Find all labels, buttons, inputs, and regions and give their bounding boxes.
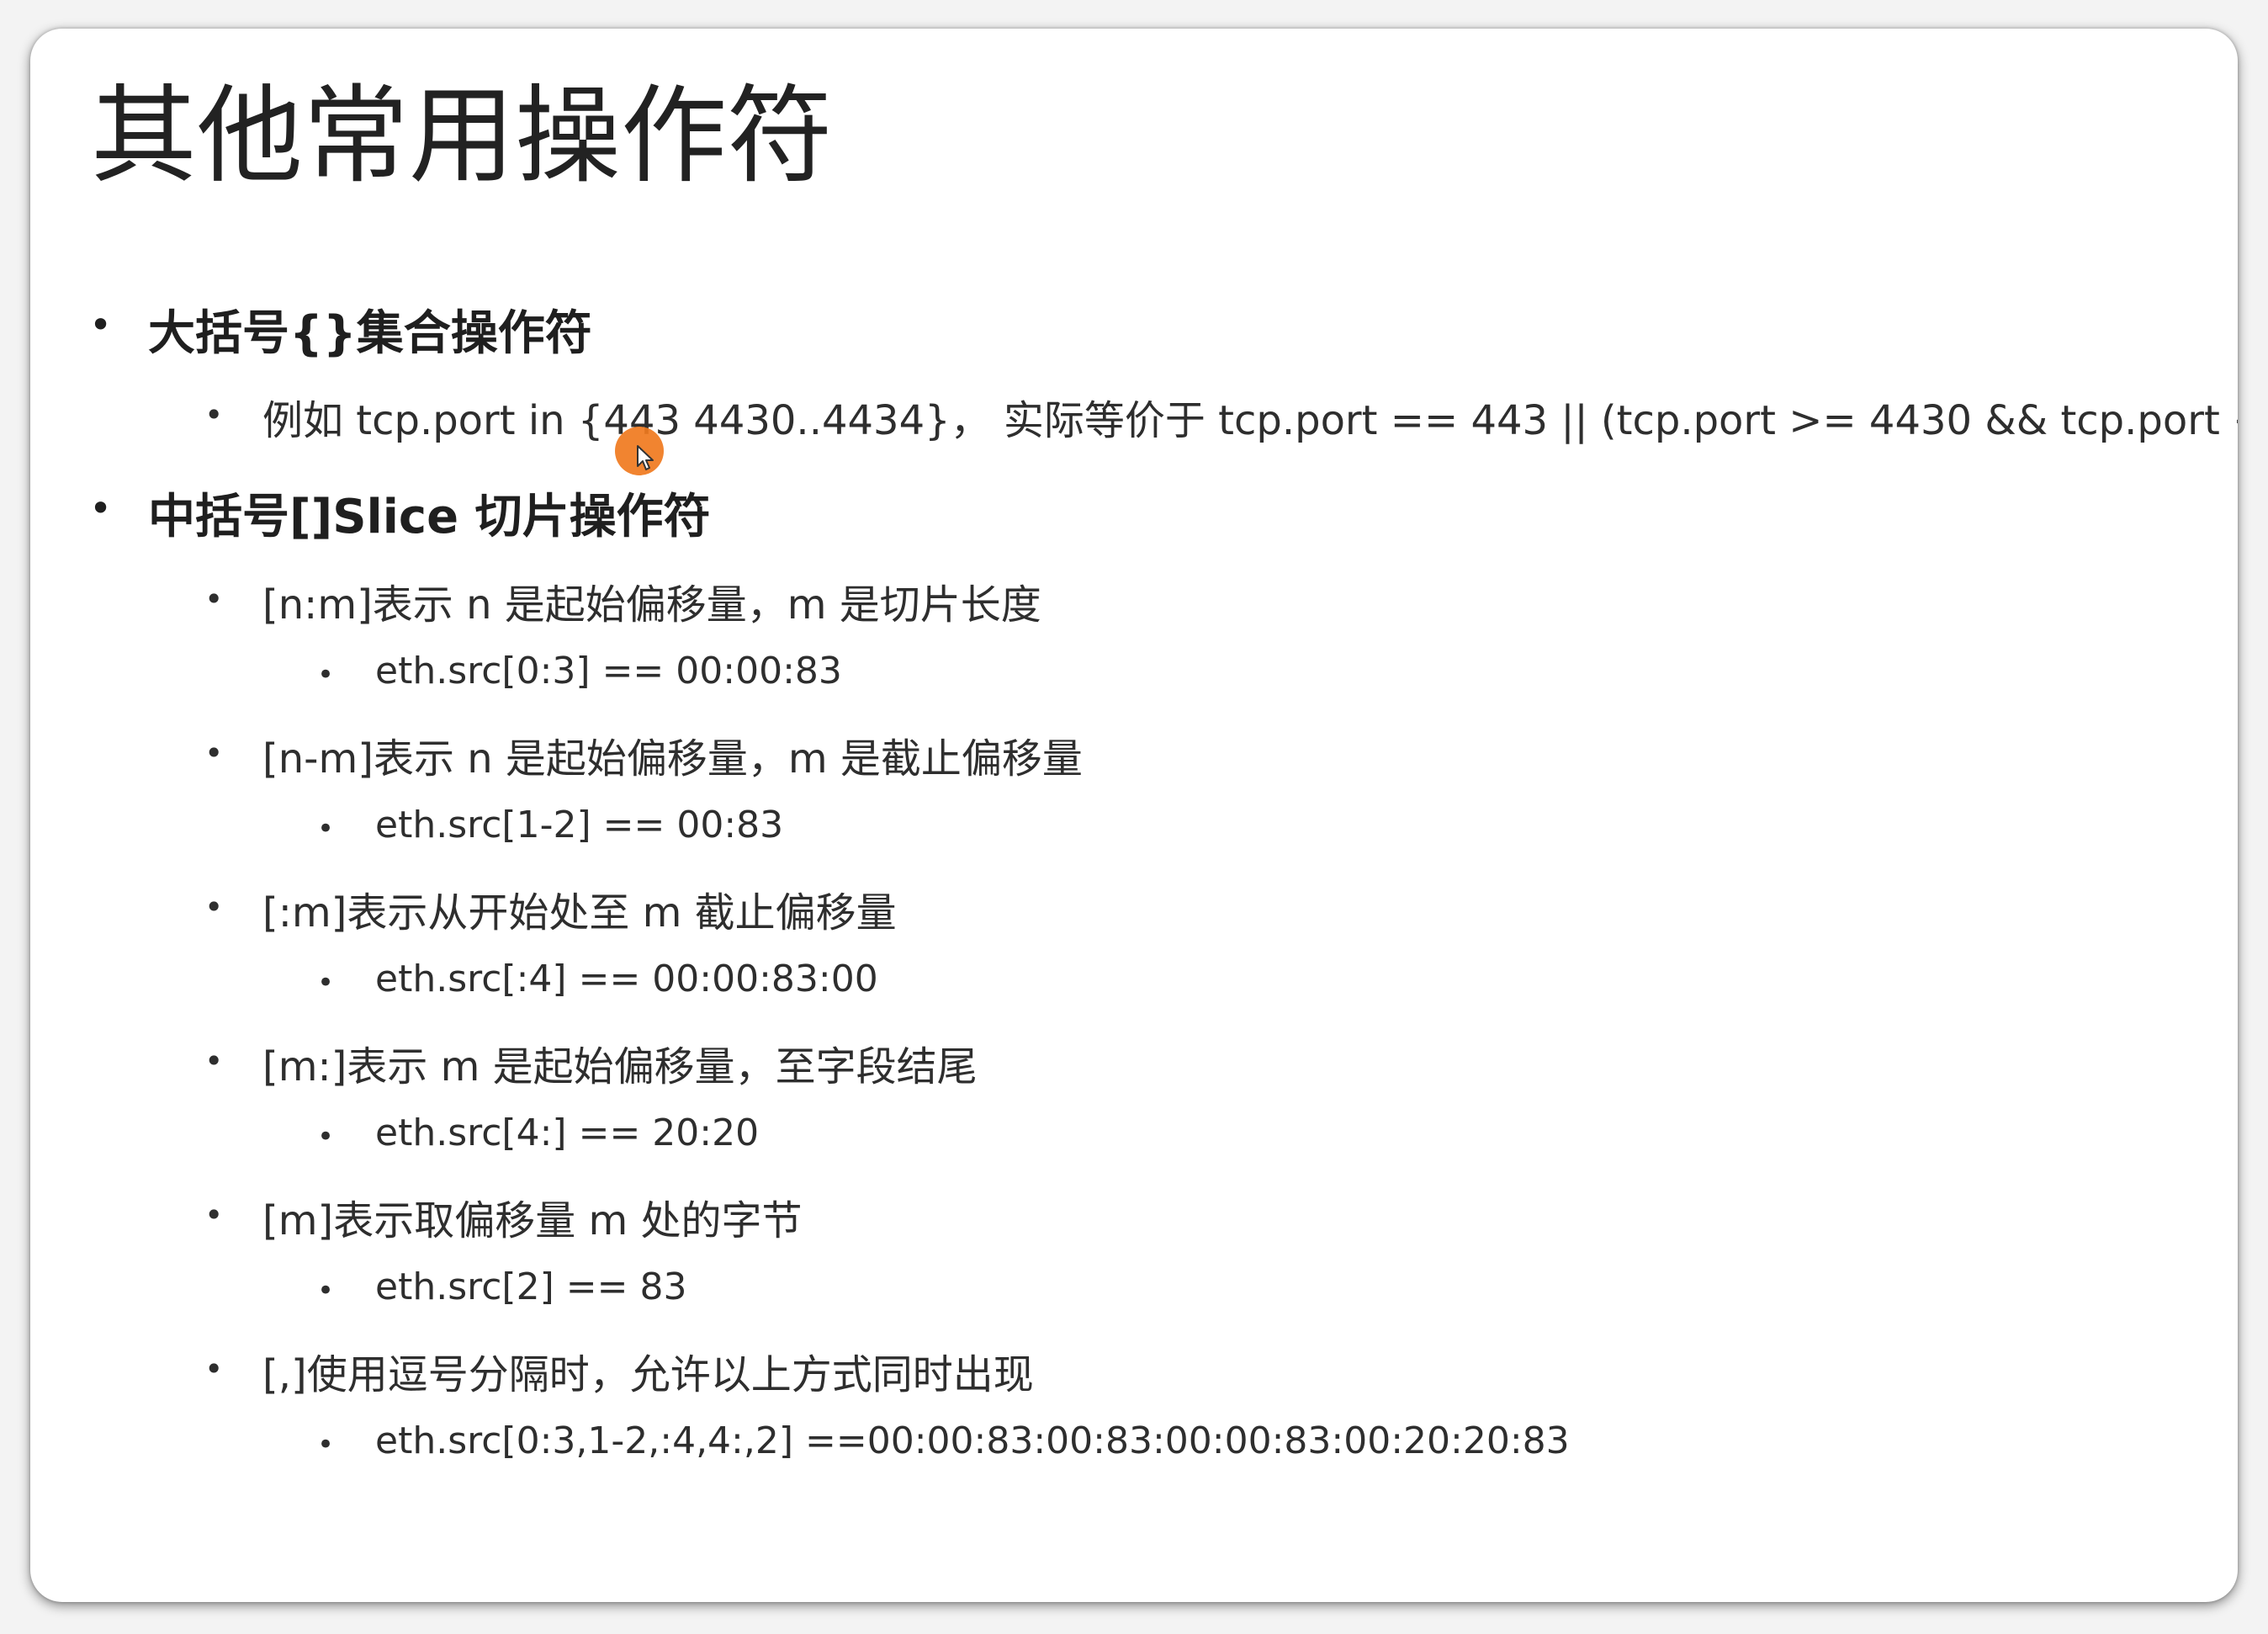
mouse-pointer-icon	[637, 445, 654, 470]
slice-example-item: eth.src[0:3] == 00:00:83	[375, 650, 842, 692]
slice-example-item: eth.src[1-2] == 00:83	[375, 804, 784, 846]
slice-example-item: eth.src[:4] == 00:00:83:00	[375, 958, 878, 1000]
slice-rule-item: [,]使用逗号分隔时，允许以上方式同时出现	[262, 1351, 1034, 1398]
slice-rule-item: [:m]表示从开始处至 m 截止偏移量	[262, 889, 897, 936]
slice-rule-item: [m:]表示 m 是起始偏移量，至字段结尾	[262, 1043, 978, 1090]
bullet-dot: •	[317, 658, 335, 692]
slice-example-item: eth.src[0:3,1-2,:4,4:,2] ==00:00:83:00:8…	[375, 1419, 1570, 1462]
slice-example-item: eth.src[2] == 83	[375, 1265, 687, 1308]
section-heading-braces: 大括号{}集合操作符	[148, 306, 592, 361]
slice-rule-item: [m]表示取偏移量 m 处的字节	[262, 1197, 803, 1244]
slide: 其他常用操作符 • 大括号{}集合操作符 • 例如 tcp.port in {4…	[30, 29, 2238, 1602]
bullet-dot: •	[317, 1274, 335, 1308]
bullet-dot: •	[317, 1428, 335, 1462]
bullet-dot: •	[204, 396, 224, 433]
bullet-dot: •	[204, 581, 224, 618]
bullet-dot: •	[317, 966, 335, 1000]
bullet-dot: •	[317, 812, 335, 846]
slice-rule-item: [n:m]表示 n 是起始偏移量，m 是切片长度	[262, 581, 1041, 629]
bullet-dot: •	[204, 1042, 224, 1080]
bullet-dot: •	[89, 485, 113, 531]
section-heading-slice: 中括号[]Slice 切片操作符	[148, 490, 711, 544]
set-example-text: 例如 tcp.port in {443 4430..4434}， 实际等价于 t…	[262, 397, 2238, 444]
bullet-dot: •	[204, 1350, 224, 1387]
bullet-dot: •	[317, 1120, 335, 1154]
slice-example-item: eth.src[4:] == 20:20	[375, 1111, 760, 1154]
slice-rule-item: [n-m]表示 n 是起始偏移量，m 是截止偏移量	[262, 735, 1083, 783]
bullet-dot: •	[204, 1196, 224, 1233]
bullet-dot: •	[204, 735, 224, 772]
slide-title: 其他常用操作符	[91, 74, 833, 198]
bullet-dot: •	[204, 889, 224, 926]
bullet-dot: •	[89, 302, 113, 347]
